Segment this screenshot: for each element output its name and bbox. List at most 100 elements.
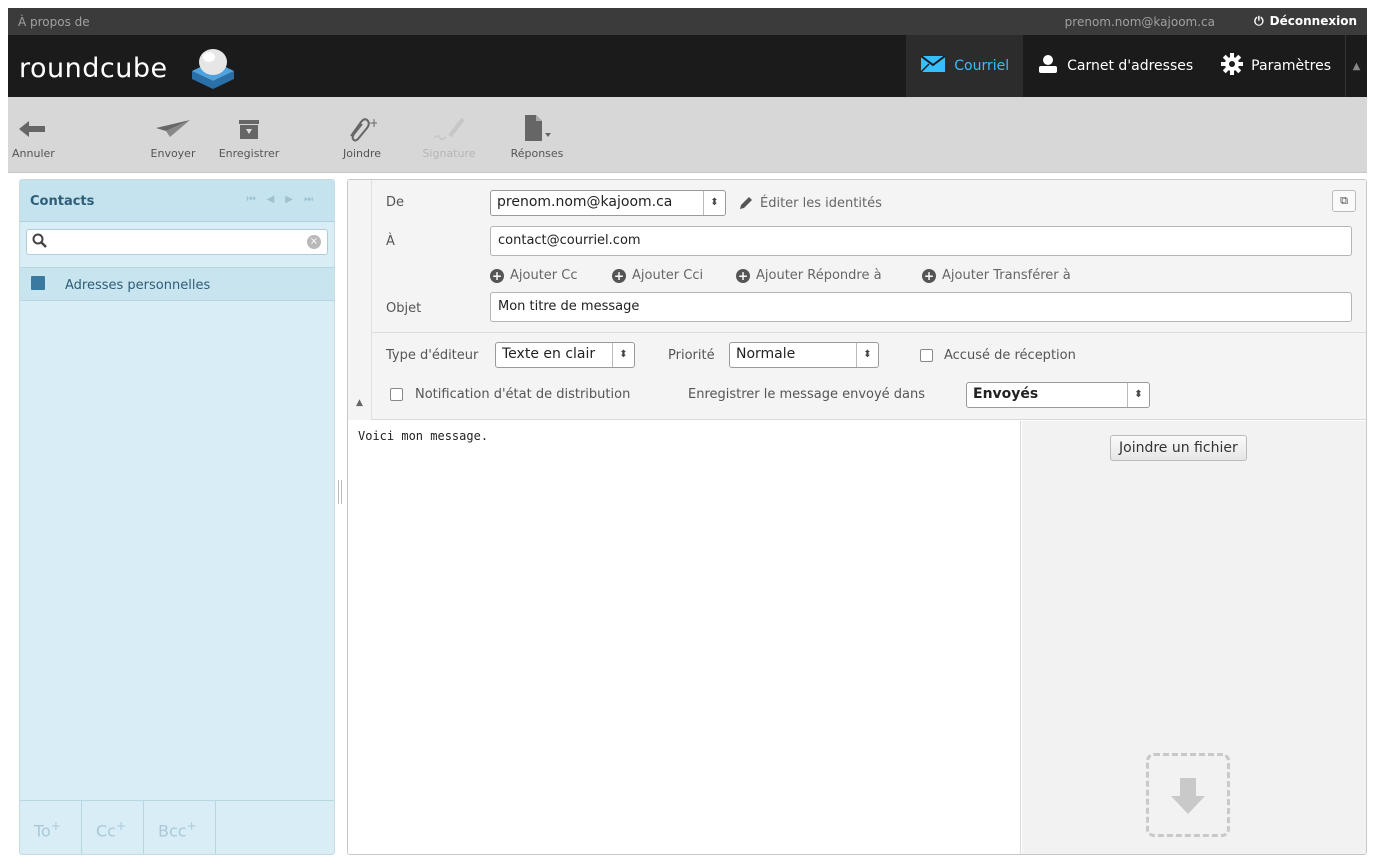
header-bar: roundcube Courriel Carnet d'adresses Par… [8, 35, 1367, 97]
contacts-search-input[interactable] [53, 233, 303, 251]
user-email: prenom.nom@kajoom.ca [1064, 15, 1215, 29]
plus-circle-icon: + [736, 268, 750, 283]
add-followupto-link[interactable]: + Ajouter Transférer à [922, 268, 1071, 283]
page-caption-strip [0, 0, 1375, 8]
add-cc-button[interactable]: Cc+ [82, 801, 144, 854]
editor-type-value: Texte en clair [502, 346, 596, 362]
nav-collapse-button[interactable]: ▲ [1345, 35, 1367, 97]
message-body-input[interactable]: Voici mon message. [348, 421, 1020, 854]
edit-identities-label: Éditer les identités [760, 195, 882, 211]
add-cc-label: Cc [96, 821, 116, 841]
addressbook-personal[interactable]: Adresses personnelles [20, 267, 334, 301]
from-label: De [386, 195, 405, 210]
cancel-button[interactable]: Annuler [12, 111, 55, 160]
store-label: Enregistrer le message envoyé dans [688, 387, 926, 402]
dsn-checkbox[interactable] [390, 388, 403, 401]
compose-panel: ▲ De prenom.nom@kajoom.ca ⬍ Éditer les i… [347, 179, 1367, 855]
responses-button[interactable]: Réponses [502, 111, 572, 160]
person-icon [1037, 54, 1059, 78]
add-bcc-link[interactable]: + Ajouter Cci [612, 268, 703, 283]
power-icon: ⏻ [1254, 14, 1264, 28]
options-divider [372, 332, 1366, 333]
document-icon [502, 111, 572, 147]
headers-gutter: ▲ [348, 180, 372, 420]
save-label: Enregistrer [218, 147, 280, 160]
svg-text:+: + [369, 116, 377, 130]
select-arrows-icon: ⬍ [1127, 383, 1149, 407]
signature-button[interactable]: Signature [413, 111, 485, 160]
attach-file-button[interactable]: Joindre un fichier [1110, 435, 1247, 461]
add-cc-link[interactable]: + Ajouter Cc [490, 268, 578, 283]
edit-identities-link[interactable]: Éditer les identités [738, 195, 882, 211]
pen-signature-icon [413, 111, 485, 147]
priority-select[interactable]: Normale ⬍ [729, 342, 879, 368]
from-value: prenom.nom@kajoom.ca [497, 194, 673, 210]
panel-splitter[interactable] [338, 480, 342, 504]
nav-addressbook[interactable]: Carnet d'adresses [1023, 35, 1207, 97]
drop-zone[interactable] [1146, 753, 1230, 837]
contacts-search: × [26, 229, 328, 255]
send-button[interactable]: Envoyer [144, 111, 202, 160]
priority-label: Priorité [668, 348, 715, 363]
select-arrows-icon: ⬍ [856, 343, 878, 367]
recipient-buttons: To+ Cc+ Bcc+ [20, 800, 334, 854]
last-page-icon[interactable]: ⏭ [304, 194, 324, 205]
gear-icon [1221, 53, 1244, 79]
addressbook-label: Adresses personnelles [65, 278, 211, 293]
top-strip: À propos de prenom.nom@kajoom.ca ⏻ Déconn… [8, 8, 1367, 35]
first-page-icon[interactable]: ⏮ [247, 194, 267, 205]
download-arrow-icon [1171, 778, 1205, 814]
logout-button[interactable]: ⏻ Déconnexion [1254, 14, 1357, 29]
search-icon [32, 233, 48, 253]
save-button[interactable]: Enregistrer [206, 111, 292, 160]
nav-mail[interactable]: Courriel [906, 35, 1024, 97]
add-replyto-link[interactable]: + Ajouter Répondre à [736, 268, 882, 283]
to-label: À [386, 234, 395, 249]
to-field[interactable]: contact@courriel.com [490, 226, 1352, 256]
nav-mail-label: Courriel [954, 58, 1010, 74]
subject-field[interactable]: Mon titre de message [490, 292, 1352, 322]
nav-settings[interactable]: Paramètres [1207, 35, 1345, 97]
editor-type-select[interactable]: Texte en clair ⬍ [495, 342, 635, 368]
add-followupto-label: Ajouter Transférer à [942, 268, 1071, 283]
plus-circle-icon: + [922, 268, 936, 283]
attach-button[interactable]: + Joindre [338, 111, 386, 160]
nav-addressbook-label: Carnet d'adresses [1067, 58, 1194, 74]
contacts-pager: ⏮◀▶⏭ [247, 194, 324, 205]
priority-value: Normale [736, 346, 796, 362]
select-arrows-icon: ⬍ [703, 191, 725, 215]
paperclip-icon: + [338, 111, 386, 147]
add-cc-link-label: Ajouter Cc [510, 268, 578, 283]
send-label: Envoyer [150, 147, 196, 160]
app-logo[interactable]: roundcube [19, 53, 168, 84]
roundcube-logo-icon [192, 49, 234, 89]
message-body-area: Voici mon message. [348, 421, 1021, 854]
prev-page-icon[interactable]: ◀ [267, 194, 286, 205]
main-nav: Courriel Carnet d'adresses Paramètres ▲ [906, 35, 1367, 97]
from-select[interactable]: prenom.nom@kajoom.ca ⬍ [490, 190, 726, 216]
about-link[interactable]: À propos de [18, 15, 90, 29]
collapse-options-icon[interactable]: ▲ [356, 398, 363, 408]
plus-circle-icon: + [612, 268, 626, 283]
mdn-label: Accusé de réception [944, 348, 1076, 363]
envelope-icon [920, 55, 946, 77]
addressbook-icon [31, 276, 45, 290]
contacts-title: Contacts [30, 194, 95, 209]
add-to-button[interactable]: To+ [20, 801, 82, 854]
mdn-checkbox[interactable] [920, 349, 933, 362]
cancel-label: Annuler [12, 147, 55, 160]
editor-type-label: Type d'éditeur [386, 348, 479, 363]
signature-label: Signature [422, 147, 476, 160]
contacts-panel: Contacts ⏮◀▶⏭ × Adresses personnelles To… [19, 179, 335, 855]
next-page-icon[interactable]: ▶ [285, 194, 304, 205]
nav-settings-label: Paramètres [1251, 58, 1331, 74]
popout-window-icon[interactable]: ⧉ [1332, 190, 1356, 212]
store-target-select[interactable]: Envoyés ⬍ [966, 382, 1150, 408]
add-bcc-button[interactable]: Bcc+ [144, 801, 216, 854]
archive-box-icon [206, 111, 292, 147]
store-target-value: Envoyés [973, 386, 1039, 402]
add-bcc-link-label: Ajouter Cci [632, 268, 704, 283]
add-replyto-label: Ajouter Répondre à [756, 268, 882, 283]
paper-plane-icon [144, 111, 202, 147]
search-reset-icon[interactable]: × [307, 235, 321, 249]
